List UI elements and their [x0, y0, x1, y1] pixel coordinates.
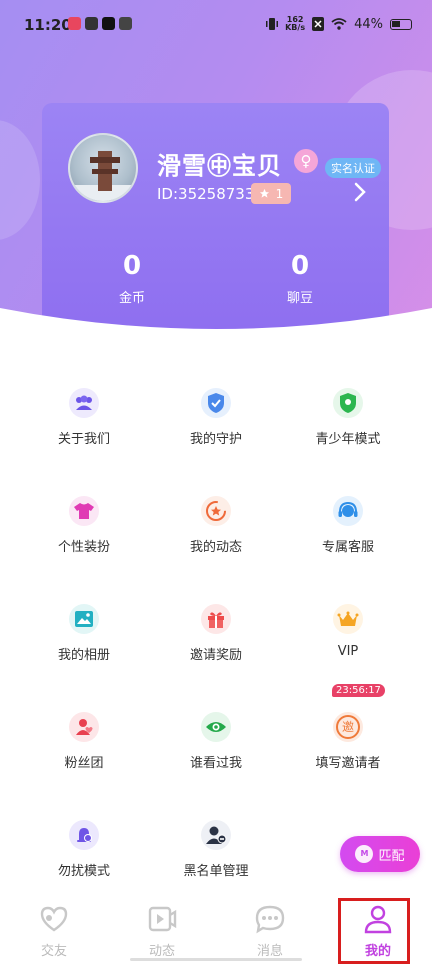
level-badge: 1	[251, 183, 291, 204]
tab-messages[interactable]: 消息	[216, 904, 324, 959]
moments-star-icon	[201, 496, 231, 526]
image-icon	[69, 604, 99, 634]
crown-icon	[333, 604, 363, 634]
invite-timer-badge: 23:56:17	[332, 684, 385, 697]
gift-icon	[201, 604, 231, 634]
menu-label: 我的相册	[57, 648, 110, 663]
menu-item-moments[interactable]: 我的动态	[156, 496, 276, 555]
menu-item-service[interactable]: 专属客服	[288, 496, 408, 555]
tab-label: 交友	[40, 944, 67, 959]
shield-icon	[201, 388, 231, 418]
home-indicator	[130, 958, 302, 961]
headset-icon	[333, 496, 363, 526]
notification-icons	[68, 17, 132, 30]
app-notification-icon	[85, 17, 98, 30]
tab-label: 动态	[148, 944, 175, 959]
menu-label: 关于我们	[57, 432, 110, 447]
username: 滑雪㊥宝贝	[157, 152, 282, 180]
bell-moon-icon	[69, 820, 99, 850]
avatar-roof	[90, 157, 120, 163]
app-notification-icon	[119, 17, 132, 30]
video-play-icon	[148, 906, 177, 932]
match-label: 匹配	[378, 848, 405, 864]
net-speed-unit: KB/s	[285, 23, 306, 32]
network-speed: 162 KB/s	[285, 16, 305, 32]
heart-chat-icon	[40, 906, 68, 932]
menu-item-dnd[interactable]: 勿扰模式	[24, 820, 144, 879]
tab-selection-highlight	[338, 898, 410, 964]
menu-item-fans[interactable]: 粉丝团	[24, 712, 144, 771]
star-icon	[259, 188, 269, 198]
match-icon: M	[355, 845, 374, 863]
menu-item-blacklist[interactable]: 黑名单管理	[156, 820, 276, 879]
menu-item-teen-mode[interactable]: 青少年模式	[288, 388, 408, 447]
status-time: 11:20	[24, 16, 72, 34]
tab-label: 消息	[256, 944, 283, 959]
menu-item-invite-reward[interactable]: 邀请奖励	[156, 604, 276, 663]
menu-label: 青少年模式	[315, 432, 381, 447]
fans-heart-icon	[69, 712, 99, 742]
beans-value: 0	[290, 251, 310, 281]
female-icon: ♀	[294, 149, 318, 173]
chevron-right-icon[interactable]	[353, 181, 367, 203]
menu-label: VIP	[337, 644, 359, 659]
user-block-icon	[201, 820, 231, 850]
menu-item-fill-inviter[interactable]: 邀 填写邀请者	[288, 712, 408, 771]
eye-icon	[201, 712, 231, 742]
menu-label: 专属客服	[321, 540, 374, 555]
tab-moments[interactable]: 动态	[108, 904, 216, 959]
menu-label: 黑名单管理	[183, 864, 249, 879]
teen-shield-icon	[333, 388, 363, 418]
battery-icon	[390, 18, 412, 30]
no-sim-icon	[312, 17, 325, 31]
verify-badge[interactable]: 实名认证	[325, 158, 381, 178]
coins-value: 0	[122, 251, 142, 281]
invite-icon: 邀	[333, 712, 363, 742]
status-bar: 11:20 162 KB/s 44%	[0, 0, 432, 52]
menu-item-vip[interactable]: VIP	[288, 604, 408, 659]
menu-label: 填写邀请者	[315, 756, 381, 771]
tab-friends[interactable]: 交友	[0, 904, 108, 959]
menu-label: 个性装扮	[57, 540, 110, 555]
invite-icon-char: 邀	[336, 715, 360, 739]
users-icon	[69, 388, 99, 418]
chat-bubble-icon	[255, 905, 285, 934]
system-indicators: 162 KB/s 44%	[266, 16, 412, 32]
menu-label: 勿扰模式	[57, 864, 110, 879]
menu-item-guard[interactable]: 我的守护	[156, 388, 276, 447]
battery-percent: 44%	[354, 16, 383, 32]
avatar[interactable]	[68, 133, 138, 203]
level-value: 1	[275, 186, 284, 201]
vibrate-icon	[266, 18, 279, 30]
decor-blob	[0, 120, 40, 240]
menu-item-about[interactable]: 关于我们	[24, 388, 144, 447]
user-id: ID:35258733	[157, 185, 255, 203]
tiktok-notification-icon	[102, 17, 115, 30]
avatar-roof	[92, 169, 118, 174]
menu-label: 我的守护	[189, 432, 242, 447]
menu-label: 谁看过我	[189, 756, 242, 771]
header-wave	[0, 308, 432, 350]
tshirt-icon	[69, 496, 99, 526]
menu-label: 粉丝团	[64, 756, 104, 771]
menu-label: 我的动态	[189, 540, 242, 555]
menu-item-visitors[interactable]: 谁看过我	[156, 712, 276, 771]
match-button[interactable]: M 匹配	[340, 836, 420, 872]
menu-item-album[interactable]: 我的相册	[24, 604, 144, 663]
menu-item-dressup[interactable]: 个性装扮	[24, 496, 144, 555]
menu-label: 邀请奖励	[189, 648, 242, 663]
app-notification-icon	[68, 17, 81, 30]
wifi-icon	[331, 18, 347, 30]
